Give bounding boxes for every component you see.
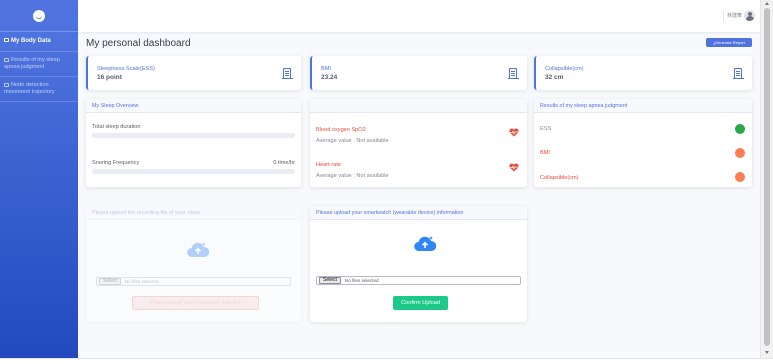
stat-card-collapsible: Collapsible(cm) 32 cm — [534, 56, 752, 90]
heart-pulse-icon — [509, 163, 519, 172]
building-icon — [732, 68, 744, 80]
scroll-up-arrow-icon[interactable] — [765, 2, 769, 5]
file-status: No files selected — [344, 278, 379, 283]
topbar-divider — [723, 10, 724, 22]
building-icon — [281, 68, 293, 80]
brand[interactable] — [0, 0, 78, 32]
select-file-button[interactable]: Select — [99, 278, 121, 285]
stat-label: Sleepiness Scale(ESS) — [97, 66, 155, 72]
sleep-upload-card: Please upload the recording file of your… — [86, 206, 301, 322]
card-title: Please upload the recording file of your… — [86, 206, 301, 220]
total-sleep-progress — [92, 133, 295, 138]
scrollbar[interactable] — [760, 0, 773, 358]
building-icon — [507, 68, 519, 80]
trajectory-icon — [4, 82, 9, 87]
sidebar-item-label: Results of my sleep apnea judgment — [4, 57, 60, 70]
sidebar-item-label: Node detection movement trajectory — [4, 82, 55, 95]
snoring-progress — [92, 169, 295, 174]
snoring-label: Snoring Frequency — [92, 160, 140, 166]
report-button-label: Generate Report — [714, 40, 745, 45]
stat-value: 16 point — [97, 74, 122, 81]
smile-icon — [33, 9, 45, 22]
avatar[interactable] — [744, 10, 755, 21]
sleep-overview-card: My Sleep Overview Total sleep duration S… — [86, 99, 301, 187]
body-icon — [4, 38, 9, 43]
result-icon — [4, 57, 9, 62]
topbar: 林建華 — [78, 0, 760, 32]
sleep-upload-button[interactable]: Please upload your smartwatch data first — [132, 296, 259, 310]
sidebar: My Body Data Results of my sleep apnea j… — [0, 0, 78, 358]
watch-upload-card: Please upload your smartwatch (wearable … — [310, 206, 527, 322]
stat-card-bmi: BMI 23.24 — [310, 56, 527, 90]
blood-oxygen-average: Average value : Not available — [316, 138, 389, 144]
snoring-value: 0 time/hr — [273, 160, 295, 166]
sidebar-item-my-body-data[interactable]: My Body Data — [0, 32, 78, 52]
heart-rate-label: Heart rate — [316, 162, 341, 168]
blood-oxygen-label: Blood oxygen SpO2 — [316, 127, 366, 133]
card-title: My Sleep Overview — [86, 99, 301, 113]
confirm-upload-button[interactable]: Confirm Upload — [393, 296, 448, 310]
card-title — [310, 99, 527, 113]
cloud-upload-icon — [187, 242, 209, 258]
apnea-results-card: Results of my sleep apnea judgment ESS B… — [534, 99, 752, 187]
stat-card-ess: Sleepiness Scale(ESS) 16 point — [86, 56, 301, 90]
user-name[interactable]: 林建華 — [727, 12, 742, 19]
card-title: Please upload your smartwatch (wearable … — [310, 206, 527, 220]
watch-file-input[interactable]: Select No files selected — [316, 276, 521, 285]
scroll-down-arrow-icon[interactable] — [765, 351, 769, 354]
scroll-thumb[interactable] — [764, 8, 770, 346]
stat-label: Collapsible(cm) — [545, 66, 584, 72]
result-label-bmi: BMI — [540, 150, 550, 156]
status-dot-ess — [735, 124, 745, 134]
sidebar-item-node-detection[interactable]: Node detection movement trajectory — [0, 77, 78, 102]
select-file-button[interactable]: Select — [319, 277, 341, 284]
vitals-card: Blood oxygen SpO2 Average value : Not av… — [310, 99, 527, 187]
card-title: Results of my sleep apnea judgment — [534, 99, 752, 113]
page-title: My personal dashboard — [86, 38, 191, 49]
stat-value: 23.24 — [321, 74, 338, 81]
heart-pulse-icon — [509, 128, 519, 137]
result-label-collapsible: Collapsible(cm) — [540, 175, 579, 181]
cloud-upload-icon — [414, 236, 436, 252]
sidebar-item-apnea-results[interactable]: Results of my sleep apnea judgment — [0, 52, 78, 77]
result-label-ess: ESS — [540, 126, 552, 132]
status-dot-bmi — [735, 148, 745, 158]
footer-strip — [0, 358, 773, 364]
sidebar-item-label: My Body Data — [11, 38, 51, 44]
stat-value: 32 cm — [545, 74, 564, 81]
file-status: No files selected — [124, 279, 159, 284]
sleep-file-input[interactable]: Select No files selected — [96, 277, 291, 286]
stat-label: BMI — [321, 66, 331, 72]
generate-report-button[interactable]: ⤓ Generate Report — [706, 38, 752, 47]
status-dot-collapsible — [735, 172, 745, 182]
heart-rate-average: Average value : Not available — [316, 173, 389, 179]
total-sleep-label: Total sleep duration — [92, 124, 141, 130]
